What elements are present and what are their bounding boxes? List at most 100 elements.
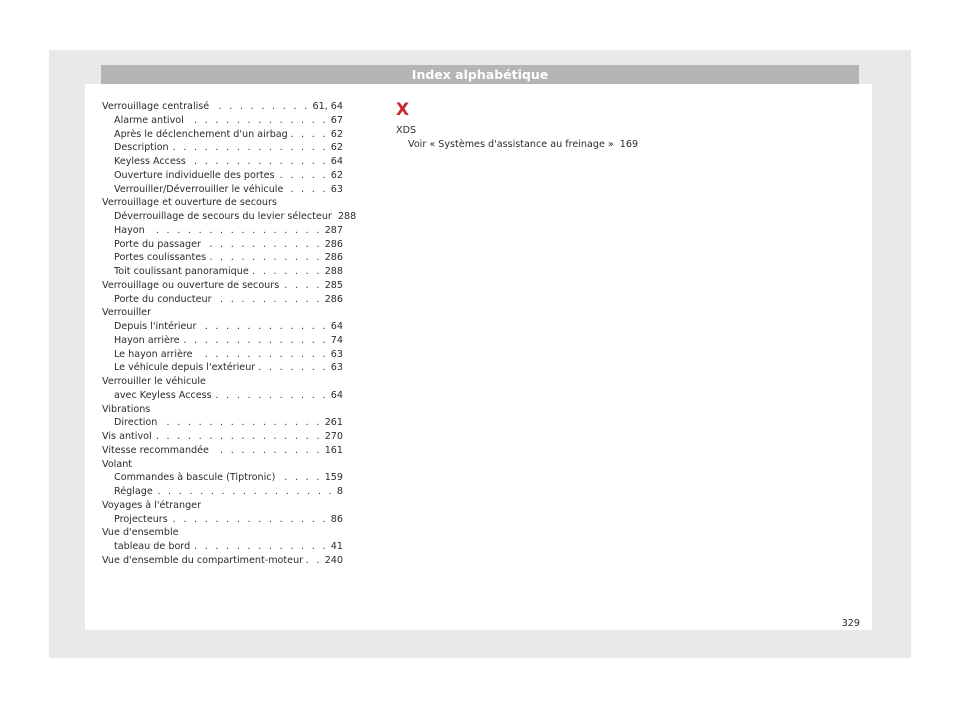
index-entry: Commandes à bascule (Tiptronic). . . . .… — [102, 471, 343, 485]
index-panel: Verrouillage centralisé. . . . . . . . .… — [85, 84, 872, 630]
index-entry: Porte du passager. . . . . . . . . . . .… — [102, 238, 343, 252]
index-entry: Vis antivol. . . . . . . . . . . . . . .… — [102, 430, 343, 444]
index-entry: Voyages à l'étranger — [102, 499, 343, 513]
index-entry: XDS — [396, 124, 637, 138]
page-sheet: Index alphabétique Verrouillage centrali… — [49, 50, 911, 658]
dot-leader: . . . . . . . . . . . . . . . . . . . . … — [193, 541, 328, 552]
index-entry-page: 161 — [324, 444, 343, 456]
index-entry: Projecteurs. . . . . . . . . . . . . . .… — [102, 513, 343, 527]
index-entry: Ouverture individuelle des portes. . . .… — [102, 169, 343, 183]
index-entry-text: Description — [114, 142, 169, 154]
index-entry-text: Voir « Systèmes d'assistance au freinage… — [408, 138, 614, 150]
index-entry: Verrouiller — [102, 306, 343, 320]
dot-leader: . . . . . . . . . . . . . . . . . . . . … — [278, 472, 322, 484]
index-entry-text: Ouverture individuelle des portes — [114, 169, 275, 181]
dot-leader: . . . . . . . . . . . . . . . . . . . . … — [155, 431, 322, 442]
index-entry-text: Voyages à l'étranger — [102, 499, 202, 511]
index-entry: Vitesse recommandée. . . . . . . . . . .… — [102, 444, 343, 458]
dot-leader: . . . . . . . . . . . . . . . . . . . . … — [282, 279, 322, 291]
dot-leader: . . . . . . . . . . . . . . . . . . . . … — [215, 293, 322, 305]
dot-leader: . . . . . . . . . . . . . . . . . . . . … — [278, 169, 328, 181]
index-entry-text: Hayon arrière — [114, 334, 180, 346]
index-entry-text: Réglage — [114, 486, 153, 497]
index-entry: Description. . . . . . . . . . . . . . .… — [102, 141, 343, 155]
index-entry-page: 67 — [330, 114, 343, 126]
index-entry-text: Déverrouillage de secours du levier séle… — [114, 211, 332, 222]
index-entry-page: 8 — [336, 486, 343, 497]
index-entry-text: Verrouiller le véhicule — [102, 376, 206, 387]
index-entry-text: avec Keyless Access — [114, 389, 212, 401]
dot-leader: . . . . . . . . . . . . . . . . . . . . … — [252, 266, 322, 277]
index-entry-text: Verrouiller — [102, 307, 152, 319]
index-entry-page: 64 — [330, 389, 343, 401]
index-entry-page: 159 — [324, 472, 343, 484]
index-entry: Portes coulissantes. . . . . . . . . . .… — [102, 251, 343, 265]
index-entry: Direction. . . . . . . . . . . . . . . .… — [102, 416, 343, 430]
index-entry-text: Projecteurs — [114, 513, 168, 525]
index-entry-text: Le véhicule depuis l'extérieur — [114, 362, 256, 374]
index-entry-text: Hayon — [114, 224, 145, 236]
index-entry: Déverrouillage de secours du levier séle… — [102, 210, 356, 224]
dot-leader: . . . . . . . . . . . . . . . . . . . . … — [204, 238, 322, 250]
index-entry-page: 286 — [324, 238, 343, 250]
dot-leader: . . . . . . . . . . . . . . . . . . . . … — [286, 183, 328, 195]
index-entry-page: 286 — [324, 293, 343, 305]
index-entry: Keyless Access. . . . . . . . . . . . . … — [102, 155, 343, 169]
dot-leader: . . . . . . . . . . . . . . . . . . . . … — [189, 156, 328, 167]
index-entry: Verrouillage et ouverture de secours — [102, 196, 343, 210]
index-entry-text: tableau de bord — [114, 541, 191, 552]
index-entry-text: Toit coulissant panoramique — [114, 266, 249, 277]
index-entry: Vue d'ensemble du compartiment-moteur. .… — [102, 554, 343, 568]
dot-leader: . . . . . . . . . . . . . . . . . . . . … — [160, 417, 322, 429]
dot-leader: . . . . . . . . . . . . . . . . . . . . … — [196, 348, 328, 360]
index-entry: Alarme antivol. . . . . . . . . . . . . … — [102, 114, 343, 128]
index-entry-page: 240 — [324, 554, 343, 566]
index-entry: Toit coulissant panoramique. . . . . . .… — [102, 265, 343, 279]
index-entry-page: 288 — [337, 211, 357, 222]
index-entry: Depuis l'intérieur. . . . . . . . . . . … — [102, 320, 343, 334]
index-entry-page: 63 — [330, 183, 343, 195]
index-entry-text: Vue d'ensemble — [102, 527, 179, 539]
index-entry: Verrouiller/Déverrouiller le véhicule. .… — [102, 183, 343, 197]
dot-leader: . . . . . . . . . . . . . . . . . . . . … — [258, 362, 328, 374]
index-entry: avec Keyless Access. . . . . . . . . . .… — [102, 389, 343, 403]
index-entry-page: 74 — [330, 334, 343, 346]
dot-leader: . . . . . . . . . . . . . . . . . . . . … — [199, 321, 328, 332]
dot-leader: . . . . . . . . . . . . . . . . . . . . … — [212, 101, 310, 112]
index-entry-text: Porte du conducteur — [114, 293, 212, 305]
index-column-left: Verrouillage centralisé. . . . . . . . .… — [102, 100, 356, 568]
index-entry-page: 64 — [330, 156, 343, 167]
index-entry-text: Le hayon arrière — [114, 348, 193, 360]
index-entry-page: 270 — [324, 431, 343, 442]
index-entry-page: 86 — [330, 513, 343, 525]
index-entry-page: 287 — [324, 224, 343, 236]
index-entry-text: Commandes à bascule (Tiptronic) — [114, 472, 276, 484]
dot-leader: . . . . . . . . . . . . . . . . . . . . … — [156, 486, 334, 497]
index-entry: Voir « Systèmes d'assistance au freinage… — [396, 138, 638, 152]
index-entry-page: 63 — [330, 362, 343, 374]
index-entry-text: Depuis l'intérieur — [114, 321, 197, 332]
index-entry: Verrouillage ou ouverture de secours. . … — [102, 279, 343, 293]
index-entry-text: Verrouiller/Déverrouiller le véhicule — [114, 183, 284, 195]
index-entry-text: Volant — [102, 458, 133, 470]
index-entry-text: Verrouillage ou ouverture de secours — [102, 279, 280, 291]
index-entry-text: Direction — [114, 417, 158, 429]
index-entry-text: Porte du passager — [114, 238, 201, 250]
dot-leader: . . . . . . . . . . . . . . . . . . . . … — [183, 334, 328, 346]
page-number: 329 — [841, 618, 860, 629]
index-entry-text: Après le déclenchement d'un airbag — [114, 128, 288, 140]
index-entry: Vibrations — [102, 403, 343, 417]
dot-leader: . . . . . . . . . . . . . . . . . . . . … — [306, 554, 322, 566]
index-entry-page: 288 — [324, 266, 343, 277]
index-entry: Porte du conducteur. . . . . . . . . . .… — [102, 293, 343, 307]
dot-leader: . . . . . . . . . . . . . . . . . . . . … — [171, 513, 328, 525]
index-entry: Hayon arrière. . . . . . . . . . . . . .… — [102, 334, 343, 348]
index-entry-text: Vibrations — [102, 403, 151, 415]
index-entry: Volant — [102, 458, 343, 472]
index-entry-page: 61, 64 — [312, 101, 343, 112]
index-entry-page: 64 — [330, 321, 343, 332]
index-entry: Le véhicule depuis l'extérieur. . . . . … — [102, 361, 343, 375]
dot-leader: . . . . . . . . . . . . . . . . . . . . … — [212, 444, 322, 456]
index-entry-page: 62 — [330, 128, 343, 140]
page-header: Index alphabétique — [101, 65, 859, 84]
